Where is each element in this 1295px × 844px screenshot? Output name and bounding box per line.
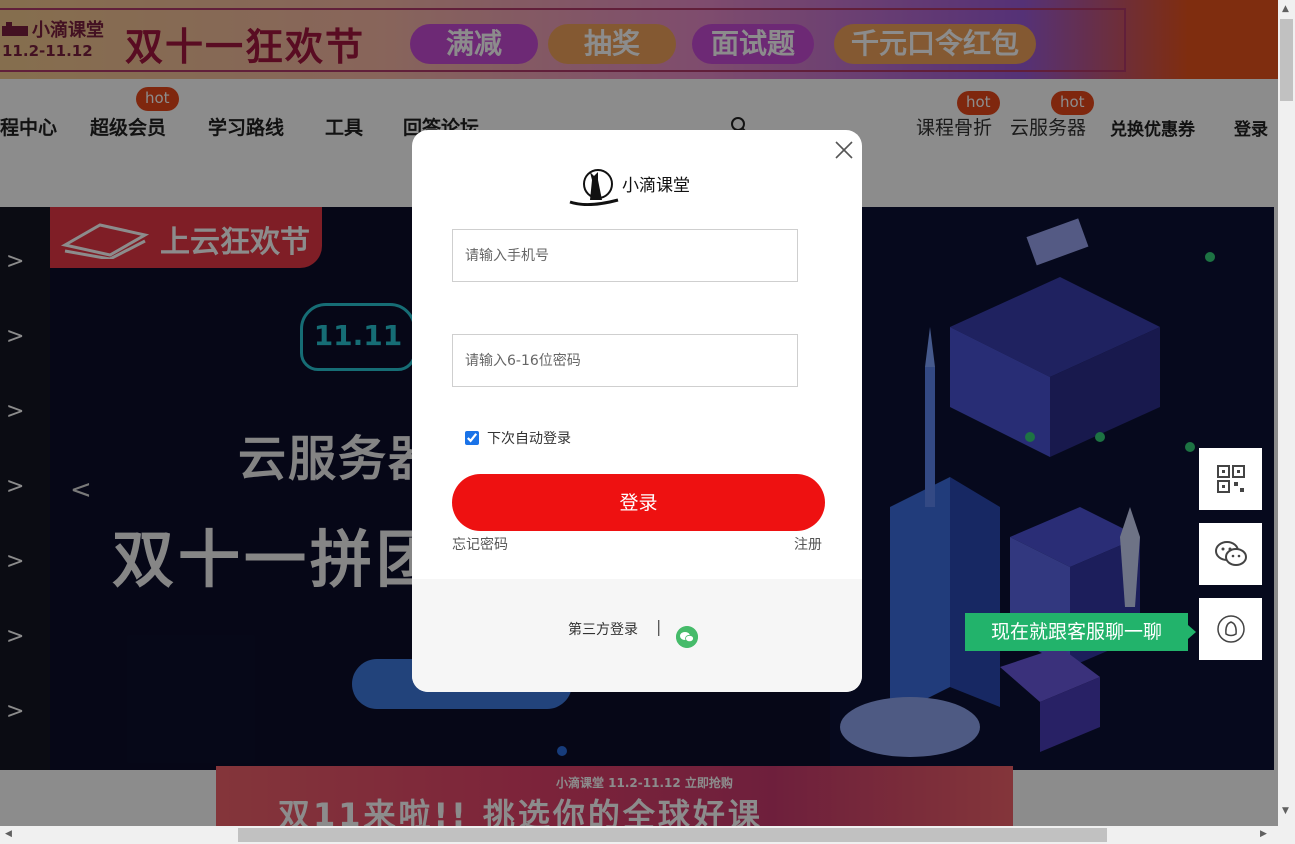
qrcode-button[interactable] <box>1199 448 1262 510</box>
wechat-login-icon[interactable] <box>676 626 698 648</box>
modal-logo: 小滴课堂 <box>568 160 698 206</box>
password-input[interactable] <box>452 334 798 387</box>
login-modal: 小滴课堂 下次自动登录 登录 忘记密码 注册 第三方登录 | <box>412 130 862 692</box>
chat-tooltip[interactable]: 现在就跟客服聊一聊 <box>965 613 1196 651</box>
forgot-password-link[interactable]: 忘记密码 <box>452 534 508 554</box>
wechat-button[interactable] <box>1199 523 1262 585</box>
scroll-left-icon[interactable]: ◀ <box>5 829 12 839</box>
remember-checkbox[interactable] <box>465 431 479 445</box>
phone-input[interactable] <box>452 229 798 282</box>
separator: | <box>656 617 662 636</box>
scroll-right-icon[interactable]: ▶ <box>1260 829 1267 839</box>
vertical-scrollbar[interactable] <box>1278 0 1295 826</box>
scroll-down-icon[interactable]: ▼ <box>1282 806 1289 816</box>
qq-button[interactable] <box>1199 598 1262 660</box>
third-party-login: 第三方登录 | <box>412 579 862 692</box>
modal-logo-text: 小滴课堂 <box>622 176 690 196</box>
register-link[interactable]: 注册 <box>794 534 822 554</box>
cat-logo-icon <box>569 169 619 206</box>
close-icon[interactable] <box>834 140 854 160</box>
remember-label: 下次自动登录 <box>487 431 571 447</box>
horizontal-scroll-thumb[interactable] <box>238 828 1107 842</box>
qq-icon <box>1216 615 1245 643</box>
wechat-icon <box>1214 541 1247 566</box>
remember-me[interactable]: 下次自动登录 <box>465 428 571 448</box>
qrcode-icon <box>1216 465 1245 493</box>
vertical-scroll-thumb[interactable] <box>1280 19 1293 101</box>
scroll-up-icon[interactable]: ▲ <box>1282 4 1289 14</box>
login-button[interactable]: 登录 <box>452 474 825 531</box>
third-party-label: 第三方登录 <box>568 622 638 638</box>
page: 小滴课堂 11.2-11.12 双十一狂欢节 满减 抽奖 面试题 千元口令红包 … <box>0 0 1278 826</box>
